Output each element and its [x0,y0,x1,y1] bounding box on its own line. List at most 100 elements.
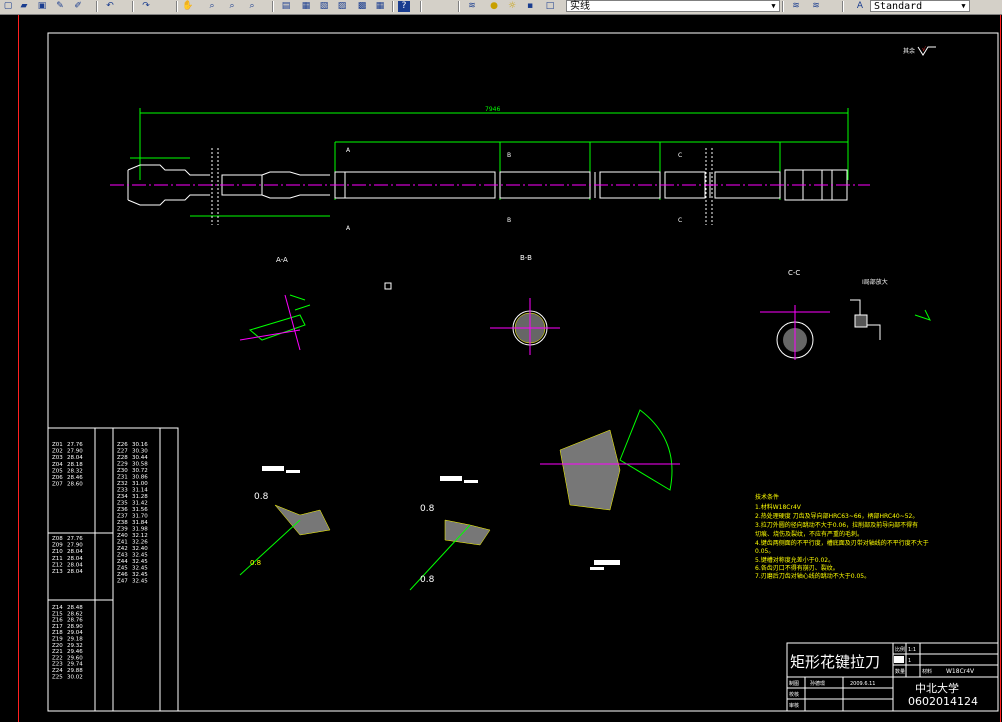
tooth-table-cell: 30.30 [132,449,148,455]
tooth-table-cell: Z25 [52,674,63,680]
tooth-table-cell: Z18 [52,630,63,636]
color-square-icon[interactable]: □ [544,1,556,12]
cut-label-a1: A [346,147,351,154]
tooth-table-cell: Z14 [52,605,63,611]
tooth-table-cell: Z40 [117,533,128,539]
tooth-table-cell: Z35 [117,501,128,507]
toolbar-separator [132,1,134,12]
tooth-table-cell: 29.04 [67,630,83,636]
toolbar-separator [176,1,178,12]
brush-icon[interactable]: ✐ [72,1,84,12]
tooth-table-cell: 28.04 [67,556,83,562]
detail-view [850,299,931,340]
chevron-down-icon[interactable]: ▼ [769,1,778,11]
toolbar-separator [842,1,844,12]
text-style-icon[interactable]: A [854,1,866,12]
tooth-table-cell: Z27 [117,449,128,455]
pen-icon[interactable]: ✎ [54,1,66,12]
toolbar-separator [782,1,784,12]
chevron-down-icon[interactable]: ▼ [959,1,968,11]
svg-text:2009.6.11: 2009.6.11 [850,681,875,687]
tooth-table-cell: 28.18 [67,462,83,468]
save-icon[interactable]: ▣ [36,1,48,12]
tooth-table-cell: Z07 [52,482,63,488]
tooth-table-cell: 32.45 [132,566,148,572]
tooth-table-cell: Z09 [52,543,63,549]
svg-text:0.8: 0.8 [420,575,435,585]
tooth-table-cell: 27.90 [67,543,83,549]
sun-icon[interactable]: ☼ [506,1,518,12]
properties-icon[interactable]: ▤ [280,1,292,12]
layer-value: 实线 [570,1,590,12]
layers-icon[interactable]: ≋ [466,1,478,12]
tooth-table-cell: Z03 [52,455,63,461]
layer-states-icon[interactable]: ≋ [790,1,802,12]
tooth-table-cell: Z37 [117,514,128,520]
tooth-profile-2: 0.8 0.8 [409,476,491,591]
tooth-table-cell: 29.60 [67,655,83,661]
layer-dropdown[interactable]: 实线 ▼ [566,0,780,12]
cut-label-c2: C [678,217,682,224]
tooth-table-cell: Z43 [117,553,128,559]
tooth-profile-1: 0.8 0.8 [239,466,331,576]
tooth-table-cell: 30.44 [132,455,148,461]
school-name: 中北大学 [915,681,959,695]
tooth-table-cell: 28.62 [67,611,83,617]
svg-text:1:1: 1:1 [908,647,916,653]
calculator-icon[interactable]: ▦ [374,1,386,12]
new-file-icon[interactable]: ▢ [2,1,14,12]
svg-text:1: 1 [908,658,911,664]
tooth-table-cell: Z06 [52,475,63,481]
light-bulb-icon[interactable]: ● [488,1,500,12]
design-center-icon[interactable]: ▦ [300,1,312,12]
tooth-table-cell: Z34 [117,494,128,500]
undo-icon[interactable]: ↶ [104,1,116,12]
tooth-table-cell: Z10 [52,549,63,555]
lock-icon[interactable]: ▪ [524,1,536,12]
open-folder-icon[interactable]: ▰ [18,1,30,12]
tooth-table-cell: Z31 [117,475,128,481]
zoom-window-icon[interactable]: ⌕ [226,1,238,12]
tooth-table-cell: 28.04 [67,569,83,575]
svg-text:5.键槽对称度允差小于0.02。: 5.键槽对称度允差小于0.02。 [755,556,834,564]
svg-text:0.8: 0.8 [250,559,261,567]
tooth-table-cell: Z01 [52,442,63,448]
toolbar-separator [458,1,460,12]
toolbar-separator [392,1,394,12]
tooth-table-cell: Z42 [117,546,128,552]
tooth-table-cell: 27.76 [67,442,83,448]
section-label-bb: B-B [520,254,532,262]
text-style-dropdown[interactable]: Standard ▼ [870,0,970,12]
drawing-canvas[interactable]: 其余 √ 7946 A A B B C C A-A B-B C-C I局部放大 … [0,15,1002,722]
markup-icon[interactable]: ▩ [356,1,368,12]
tool-palette-icon[interactable]: ▧ [318,1,330,12]
tech-requirements: 技术条件 1.材料W18Cr4V 2.热处理硬度 刀齿及导向部HRC63~66，… [755,493,929,580]
zoom-realtime-icon[interactable]: ⌕ [206,1,218,12]
section-cc [760,305,830,360]
redo-icon[interactable]: ↷ [140,1,152,12]
section-label-cc: C-C [788,269,800,277]
tooth-table-cell: 28.04 [67,562,83,568]
pan-hand-icon[interactable]: ✋ [182,1,194,12]
corner-note: 其余 [903,47,915,55]
zoom-previous-icon[interactable]: ⌕ [246,1,258,12]
tooth-table-cell: Z04 [52,462,63,468]
help-icon[interactable]: ? [398,1,410,12]
drawing-title: 矩形花键拉刀 [790,653,880,671]
tooth-table-cell: 28.48 [67,605,83,611]
layer-previous-icon[interactable]: ≋ [810,1,822,12]
svg-text:3.拉刀外圆的径向跳动不大于0.06，拉削部及前导向部不得有: 3.拉刀外圆的径向跳动不大于0.06，拉削部及前导向部不得有 [755,521,918,529]
tooth-table-cell: 32.45 [132,572,148,578]
tooth-table-cell: Z20 [52,643,63,649]
svg-text:数量: 数量 [895,668,905,675]
tooth-table-cell: 29.46 [67,649,83,655]
tooth-table-cell: Z32 [117,481,128,487]
tooth-table-cell: Z45 [117,566,128,572]
sheet-set-icon[interactable]: ▨ [336,1,348,12]
tooth-table-cell: 29.74 [67,662,83,668]
svg-text:校核: 校核 [789,691,799,698]
tooth-table-cell: 28.46 [67,475,83,481]
svg-text:技术条件: 技术条件 [755,493,779,501]
tooth-table-cell: Z11 [52,556,63,562]
tooth-table-cell: 27.90 [67,449,83,455]
